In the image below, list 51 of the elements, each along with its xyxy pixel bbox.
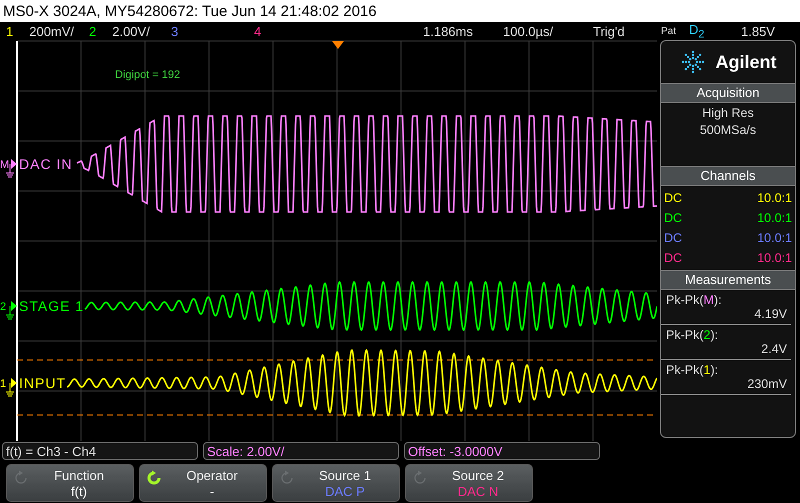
- measurement-name: Pk-Pk(2):: [666, 328, 720, 342]
- probe-ratio: 10.0:1: [757, 191, 792, 206]
- measurement-value: 2.4V: [761, 342, 787, 356]
- offset-readout: Offset: -3.0000V: [404, 442, 600, 460]
- trigger-status: Trig'd: [593, 24, 626, 39]
- measurement-value: 230mV: [747, 377, 787, 392]
- channel-coupling: DC: [664, 231, 682, 246]
- function-expression: f(t) = Ch3 - Ch4: [2, 442, 198, 460]
- trace-marker: 2: [0, 301, 6, 314]
- channel-coupling: DC: [664, 211, 682, 226]
- trigger-marker-icon[interactable]: [332, 41, 344, 50]
- channel-number[interactable]: 4: [254, 24, 262, 39]
- probe-ratio: 10.0:1: [757, 231, 792, 246]
- probe-ratio: 10.0:1: [757, 211, 792, 226]
- channel-scale: 2.00V/: [112, 24, 150, 39]
- channel-coupling: DC: [664, 191, 682, 206]
- trigger-mode: Pat: [661, 26, 678, 37]
- section-header: Acquisition: [661, 83, 795, 104]
- softkey[interactable]: Source 2 DAC N: [405, 464, 533, 502]
- timebase: 100.0µs/: [503, 24, 554, 39]
- trace-marker: M: [0, 159, 10, 172]
- channel-scale: 200mV/: [29, 24, 74, 39]
- scale-readout: Scale: 2.00V/: [203, 442, 399, 460]
- trace-label: INPUT: [19, 375, 66, 392]
- trace-marker: 1: [0, 378, 6, 390]
- annotation-text: Digipot = 192: [115, 69, 180, 82]
- ground-marker-icon[interactable]: [6, 378, 17, 397]
- acquisition-mode: High Res: [702, 106, 754, 120]
- softkey[interactable]: Source 1 DAC P: [272, 464, 400, 502]
- channel-number[interactable]: 1: [6, 24, 14, 39]
- trace-label: STAGE 1: [19, 298, 84, 314]
- probe-ratio: 10.0:1: [757, 251, 792, 266]
- trigger-level: 1.85V: [741, 24, 775, 39]
- softkey[interactable]: Operator -: [139, 464, 267, 502]
- section-header: Channels: [661, 166, 795, 186]
- trigger-source: D$_{2}$: [689, 22, 706, 41]
- channel-coupling: DC: [664, 251, 682, 266]
- trace-label: DAC IN: [19, 156, 72, 172]
- ground-marker-icon[interactable]: [6, 301, 17, 320]
- sample-rate: 500MSa/s: [700, 123, 756, 138]
- brand-name: Agilent: [716, 52, 776, 73]
- starburst-logo-icon: [680, 50, 706, 74]
- time-delay: 1.186ms: [423, 24, 474, 39]
- window-title: MS0-X 3024A, MY54280672: Tue Jun 14 21:48:02 2016: [3, 2, 377, 20]
- channel-number[interactable]: 3: [171, 24, 178, 39]
- softkey[interactable]: Function f(t): [6, 464, 134, 502]
- measurement-value: 4.19V: [754, 307, 787, 322]
- measurement-name: Pk-Pk(1):: [666, 363, 720, 378]
- section-header: Measurements: [661, 270, 795, 290]
- channel-number[interactable]: 2: [89, 24, 96, 39]
- measurement-name: Pk-Pk(M):: [666, 293, 723, 308]
